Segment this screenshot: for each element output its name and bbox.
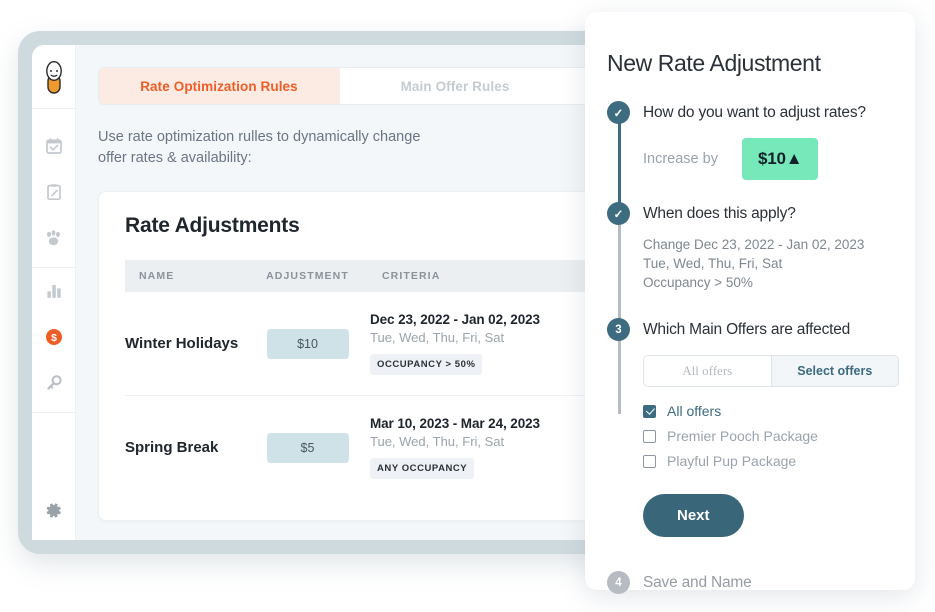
sidebar-divider-2: [32, 412, 75, 413]
app-logo[interactable]: [32, 45, 75, 109]
rate-adjustments-card: Rate Adjustments NAME ADJUSTMENT CRITERI…: [98, 191, 618, 521]
table-header-row: NAME ADJUSTMENT CRITERIA: [125, 260, 611, 292]
wizard-step-1: ✓ How do you want to adjust rates? Incre…: [607, 101, 915, 202]
bar-chart-icon: [45, 282, 63, 300]
next-button[interactable]: Next: [643, 494, 744, 537]
wizard-step-2: ✓ When does this apply? Change Dec 23, 2…: [607, 202, 915, 318]
duck-logo-icon: [43, 60, 65, 94]
step-1-body: How do you want to adjust rates? Increas…: [630, 101, 915, 202]
criteria-days: Tue, Wed, Thu, Fri, Sat: [370, 330, 611, 345]
checkbox-icon[interactable]: [643, 430, 656, 443]
offer-label: Premier Pooch Package: [667, 428, 818, 444]
paw-print-icon: [44, 229, 63, 247]
row-name: Spring Break: [125, 396, 245, 500]
adjustment-pill: $10: [267, 329, 349, 359]
step-2-summary: Change Dec 23, 2022 - Jan 02, 2023 Tue, …: [643, 235, 915, 292]
checkbox-icon[interactable]: [643, 455, 656, 468]
screenshot-root: $: [0, 0, 935, 612]
table-row[interactable]: Winter Holidays $10 Dec 23, 2022 - Jan 0…: [125, 292, 611, 396]
sidebar-item-clipboard-edit[interactable]: [32, 169, 75, 215]
offer-checkbox-playful-pup-package[interactable]: Playful Pup Package: [643, 453, 915, 469]
wizard-step-4: 4 Save and Name: [607, 571, 915, 594]
new-rate-adjustment-panel: New Rate Adjustment ✓ How do you want to…: [585, 12, 915, 590]
toggle-select-offers[interactable]: Select offers: [771, 356, 899, 386]
criteria-days: Tue, Wed, Thu, Fri, Sat: [370, 434, 611, 449]
app-window: $: [18, 31, 678, 554]
row-name: Winter Holidays: [125, 292, 245, 396]
tab-rate-optimization-rules[interactable]: Rate Optimization Rules: [99, 68, 339, 104]
row-criteria-cell: Mar 10, 2023 - Mar 24, 2023 Tue, Wed, Th…: [370, 396, 611, 500]
sidebar: $: [32, 45, 76, 540]
sidebar-items: $: [32, 109, 75, 413]
step-3-body: Which Main Offers are affected All offer…: [630, 318, 915, 537]
checkbox-icon[interactable]: [643, 405, 656, 418]
summary-occupancy: Occupancy > 50%: [643, 273, 915, 292]
offer-scope-toggle: All offers Select offers: [643, 355, 899, 387]
toggle-all-offers[interactable]: All offers: [644, 356, 771, 386]
panel-title: New Rate Adjustment: [607, 50, 915, 77]
step-3-number: 3: [607, 318, 630, 341]
row-adjustment-cell: $10: [245, 292, 370, 396]
offer-checkbox-premier-pooch-package[interactable]: Premier Pooch Package: [643, 428, 915, 444]
sidebar-item-key[interactable]: [32, 360, 75, 406]
amount-badge[interactable]: $10▲: [742, 138, 818, 180]
step-4-question: Save and Name: [643, 571, 915, 594]
criteria-badge: ANY OCCUPANCY: [370, 458, 474, 479]
summary-days: Tue, Wed, Thu, Fri, Sat: [643, 254, 915, 273]
step-2-body: When does this apply? Change Dec 23, 202…: [630, 202, 915, 318]
gear-icon: [44, 501, 63, 520]
step-2-check-icon: ✓: [607, 202, 630, 225]
offer-checkbox-all-offers[interactable]: All offers: [643, 403, 915, 419]
column-header-adjustment: ADJUSTMENT: [245, 260, 370, 292]
table-body: Winter Holidays $10 Dec 23, 2022 - Jan 0…: [125, 292, 611, 499]
step-4-body: Save and Name: [630, 571, 915, 594]
svg-text:$: $: [51, 332, 57, 344]
row-criteria-cell: Dec 23, 2022 - Jan 02, 2023 Tue, Wed, Th…: [370, 292, 611, 396]
page-description: Use rate optimization rulles to dynamica…: [98, 127, 428, 169]
wizard-steps: ✓ How do you want to adjust rates? Incre…: [607, 101, 915, 594]
adjustment-pill: $5: [267, 433, 349, 463]
sidebar-item-bar-chart[interactable]: [32, 268, 75, 314]
table-head: NAME ADJUSTMENT CRITERIA: [125, 260, 611, 292]
step-4-number: 4: [607, 571, 630, 594]
tab-bar: Rate Optimization Rules Main Offer Rules: [98, 67, 590, 105]
offer-checkbox-list: All offers Premier Pooch Package Playful…: [643, 403, 915, 469]
clipboard-edit-icon: [45, 183, 63, 201]
column-header-criteria: CRITERIA: [370, 260, 611, 292]
summary-date-range: Change Dec 23, 2022 - Jan 02, 2023: [643, 235, 915, 254]
step-2-question: When does this apply?: [643, 202, 915, 225]
adjust-amount-row: Increase by $10▲: [643, 138, 915, 180]
table-row[interactable]: Spring Break $5 Mar 10, 2023 - Mar 24, 2…: [125, 396, 611, 500]
rate-adjustments-table: NAME ADJUSTMENT CRITERIA Winter Holidays…: [125, 260, 611, 499]
increase-by-label: Increase by: [643, 151, 718, 167]
criteria-date-range: Dec 23, 2022 - Jan 02, 2023: [370, 312, 611, 327]
calendar-check-icon: [45, 137, 63, 155]
column-header-name: NAME: [125, 260, 245, 292]
criteria-badge: OCCUPANCY > 50%: [370, 354, 482, 375]
sidebar-item-settings[interactable]: [32, 480, 75, 540]
card-title: Rate Adjustments: [125, 214, 618, 238]
tab-main-offer-rules[interactable]: Main Offer Rules: [339, 68, 570, 104]
step-1-check-icon: ✓: [607, 101, 630, 124]
wizard-step-3: 3 Which Main Offers are affected All off…: [607, 318, 915, 537]
step-1-question: How do you want to adjust rates?: [643, 101, 915, 124]
sidebar-item-paw[interactable]: [32, 215, 75, 261]
offer-label: All offers: [667, 403, 721, 419]
dollar-circle-icon: $: [45, 328, 63, 346]
step-3-question: Which Main Offers are affected: [643, 318, 915, 341]
sidebar-item-calendar-check[interactable]: [32, 123, 75, 169]
offer-label: Playful Pup Package: [667, 453, 796, 469]
row-adjustment-cell: $5: [245, 396, 370, 500]
criteria-date-range: Mar 10, 2023 - Mar 24, 2023: [370, 416, 611, 431]
key-icon: [45, 374, 63, 392]
sidebar-item-rates[interactable]: $: [32, 314, 75, 360]
app-window-content: $: [32, 45, 678, 540]
